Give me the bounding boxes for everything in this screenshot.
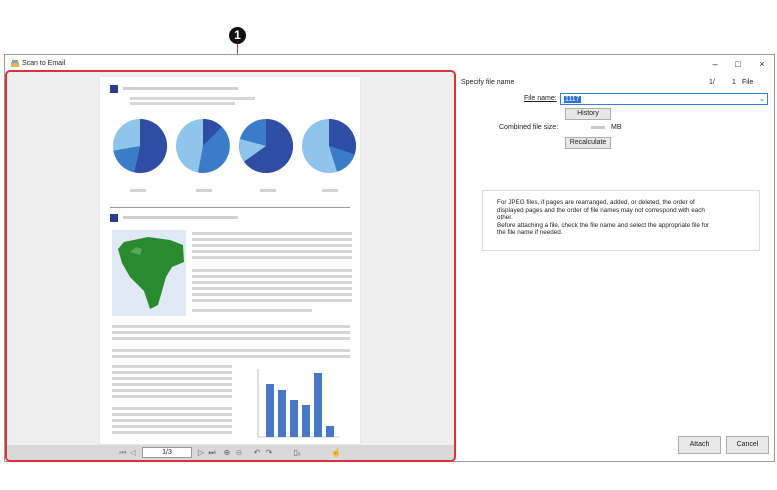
- note-line: Before attaching a file, check the file …: [497, 221, 710, 229]
- minimize-button[interactable]: –: [704, 57, 726, 71]
- note-line: displayed pages and the order of file na…: [497, 206, 705, 214]
- scan-app-icon: [11, 60, 19, 67]
- delete-page-icon[interactable]: ▯ₓ: [291, 447, 303, 458]
- combined-file-size-unit: MB: [611, 124, 622, 131]
- prev-page-icon[interactable]: ◁: [129, 447, 137, 458]
- zoom-out-icon[interactable]: ⊖: [234, 447, 244, 458]
- window-title: Scan to Email: [22, 60, 66, 67]
- file-count-unit: File: [742, 79, 754, 86]
- note-line: the file name if needed.: [497, 229, 563, 237]
- file-settings-panel: Specify file name 1/ 1 File File name: 1…: [461, 77, 773, 461]
- jpeg-order-note: For JPEG files, if pages are rearranged,…: [482, 190, 760, 251]
- file-name-label: File name:: [524, 95, 557, 102]
- rotate-right-icon[interactable]: ↷: [264, 447, 274, 458]
- scanned-page-preview: [100, 77, 360, 444]
- file-count-current: 1/: [709, 79, 715, 86]
- note-line: For JPEG files, if pages are rearranged,…: [497, 199, 695, 206]
- edit-icon[interactable]: ☝: [331, 447, 341, 458]
- maximize-button[interactable]: □: [727, 57, 749, 71]
- attach-button[interactable]: Attach: [678, 436, 721, 454]
- combined-file-size-value: [591, 126, 605, 129]
- zoom-in-icon[interactable]: ⊕: [222, 447, 232, 458]
- cancel-button[interactable]: Cancel: [726, 436, 769, 454]
- close-button[interactable]: ×: [751, 57, 773, 71]
- specify-file-name-label: Specify file name: [461, 79, 515, 86]
- file-count-total: 1: [732, 79, 736, 86]
- chevron-down-icon[interactable]: ⌄: [759, 95, 765, 103]
- next-page-icon[interactable]: ▷: [197, 447, 205, 458]
- callout-number-badge: 1: [229, 27, 246, 44]
- page-number-input[interactable]: 1/3: [142, 447, 192, 458]
- scan-preview-panel[interactable]: ⏮ ◁ 1/3 ▷ ⏭ ⊕ ⊖ ↶ ↷ ▯ₓ ☝: [5, 70, 456, 462]
- first-page-icon[interactable]: ⏮: [119, 447, 127, 458]
- scanned-page-image: [110, 85, 357, 438]
- combined-file-size-label: Combined file size:: [499, 124, 559, 131]
- preview-toolbar: ⏮ ◁ 1/3 ▷ ⏭ ⊕ ⊖ ↶ ↷ ▯ₓ ☝: [7, 445, 454, 460]
- rotate-left-icon[interactable]: ↶: [252, 447, 262, 458]
- file-name-value[interactable]: 1117: [564, 96, 581, 103]
- note-line: other.: [497, 214, 513, 222]
- recalculate-button[interactable]: Recalculate: [565, 137, 611, 149]
- history-button[interactable]: History: [565, 108, 611, 120]
- last-page-icon[interactable]: ⏭: [208, 447, 216, 458]
- scan-to-email-window: Scan to Email – □ × ⏮ ◁ 1/3 ▷ ⏭ ⊕ ⊖ ↶ ↷ …: [4, 54, 775, 462]
- file-name-combobox[interactable]: 1117 ⌄: [560, 93, 768, 105]
